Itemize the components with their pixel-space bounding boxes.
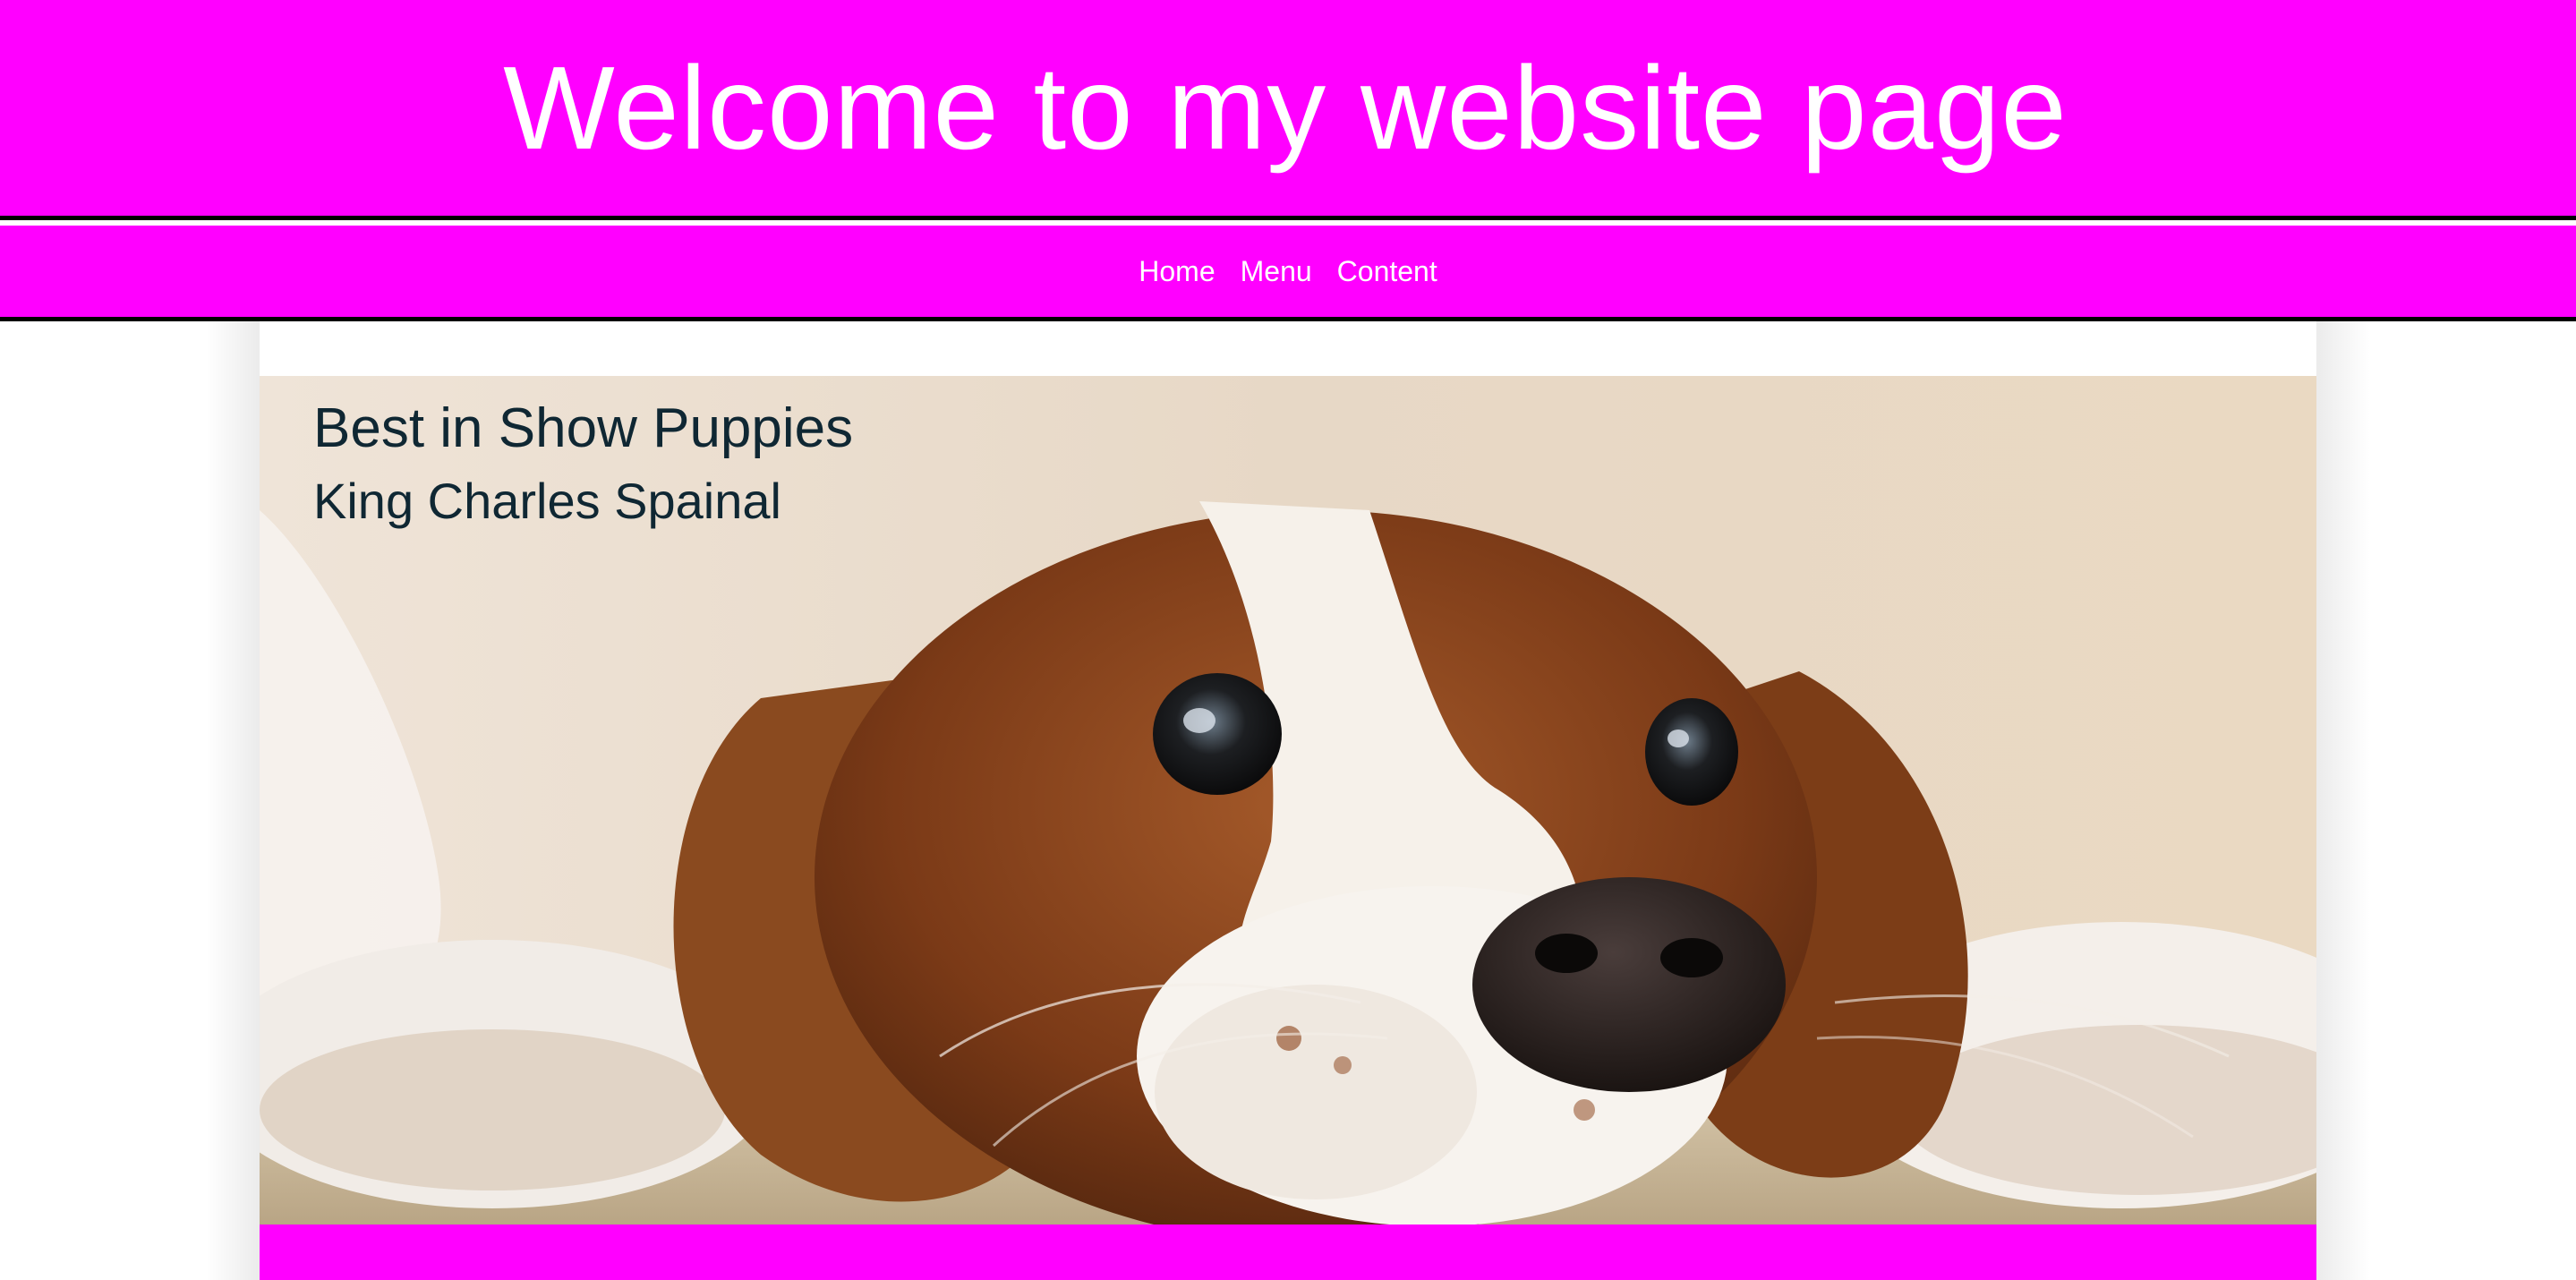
- hero-banner: Best in Show Puppies King Charles Spaina…: [260, 376, 2316, 1225]
- content-shadow-right: [2316, 321, 2370, 1280]
- main-nav: Home Menu Content: [0, 226, 2576, 321]
- nav-link-content[interactable]: Content: [1337, 255, 1437, 288]
- hero-subtitle: King Charles Spainal: [313, 473, 781, 530]
- hero-title: Best in Show Puppies: [313, 397, 854, 459]
- nav-link-home[interactable]: Home: [1139, 255, 1215, 288]
- page-title: Welcome to my website page: [503, 41, 2068, 174]
- content-shadow-left: [206, 321, 260, 1280]
- content-footer-bar: [260, 1225, 2316, 1280]
- site-header: Welcome to my website page: [0, 0, 2576, 220]
- nav-link-menu[interactable]: Menu: [1241, 255, 1312, 288]
- hero-caption: Best in Show Puppies King Charles Spaina…: [313, 396, 853, 532]
